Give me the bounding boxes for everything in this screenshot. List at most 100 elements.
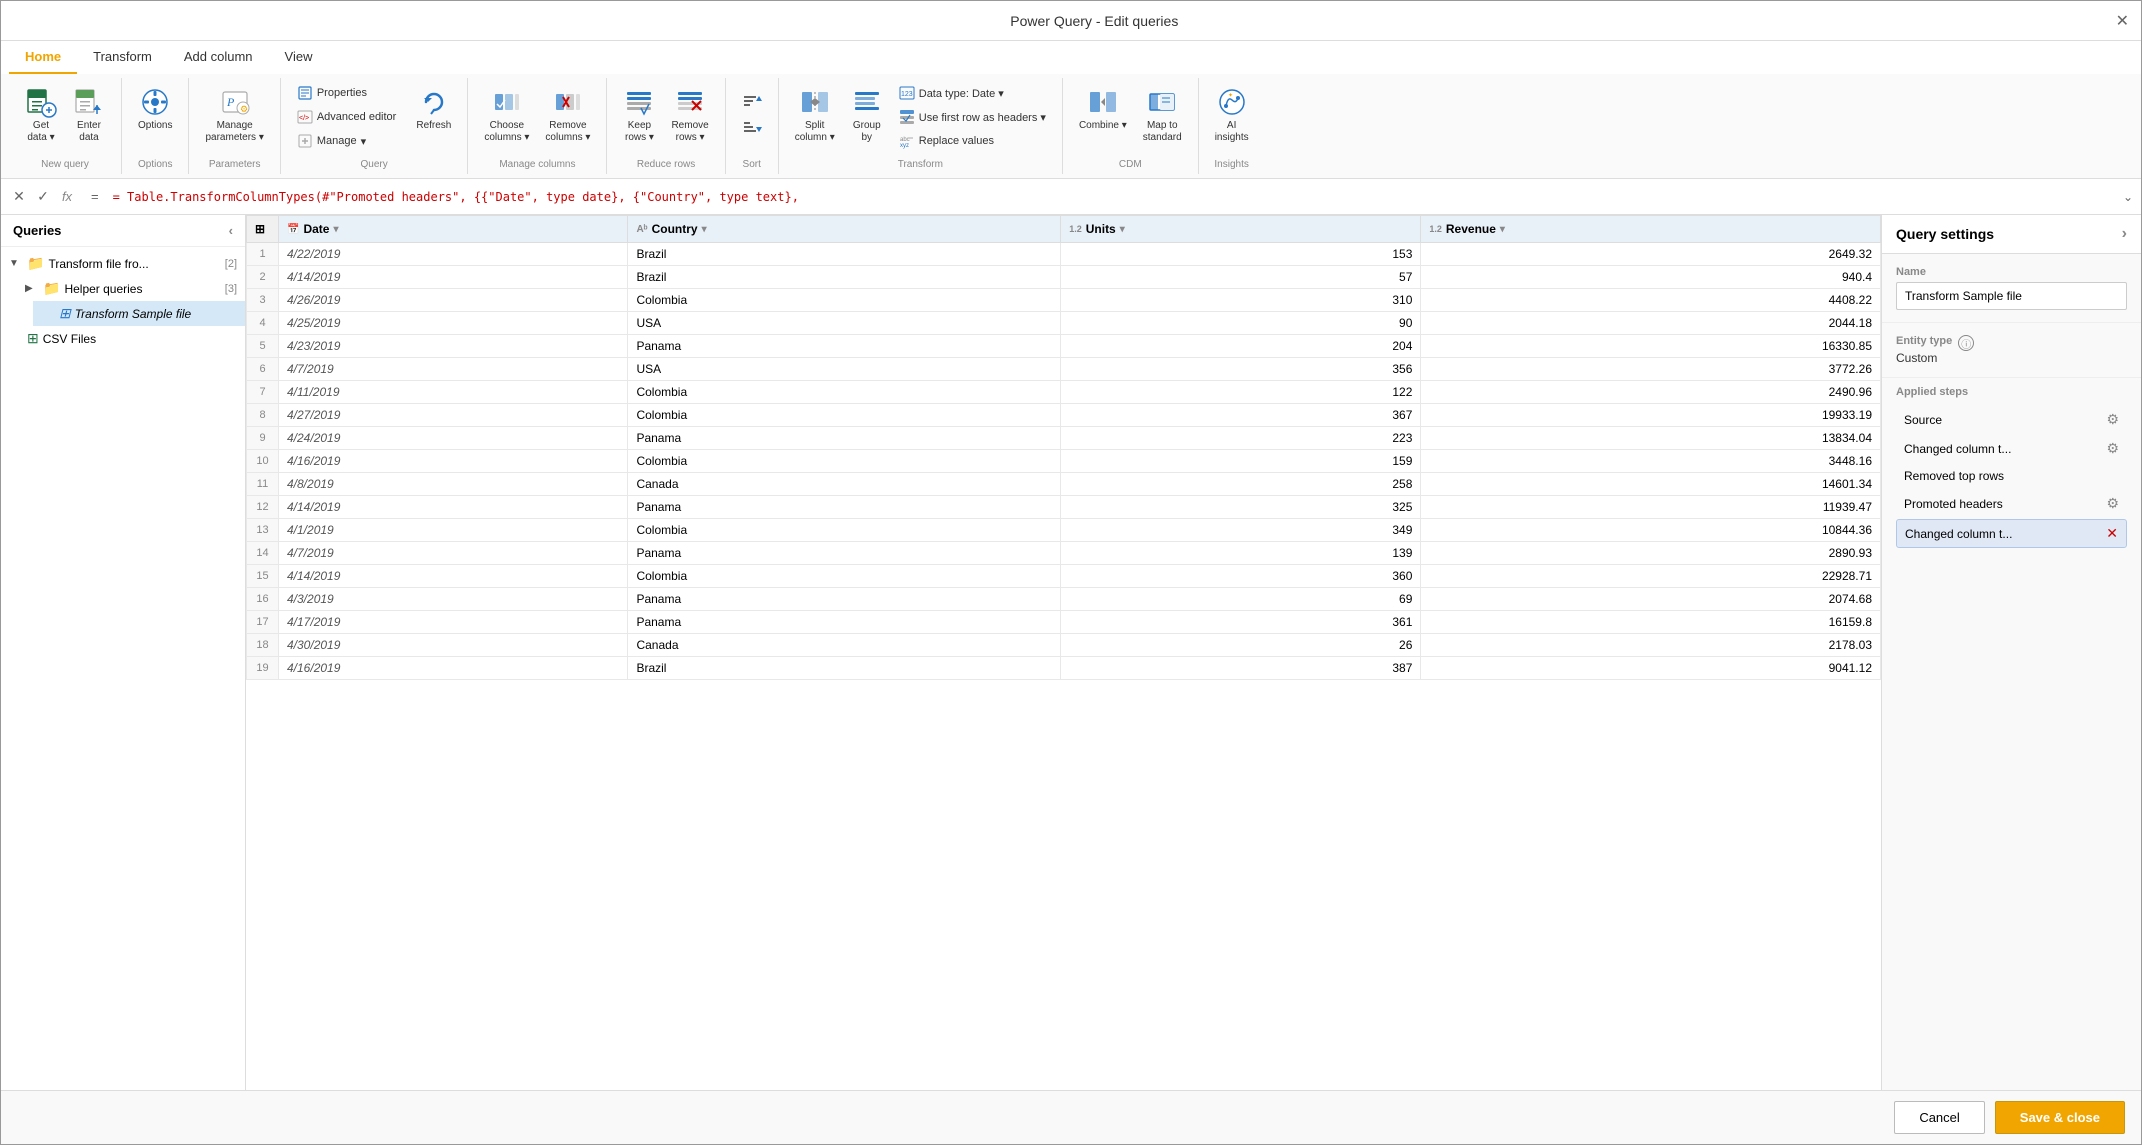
tab-view[interactable]: View — [269, 41, 329, 74]
folder-icon-helper: 📁 — [43, 280, 60, 297]
svg-text:</>: </> — [299, 115, 309, 122]
combine-button[interactable]: Combine ▾ — [1073, 82, 1133, 136]
sidebar-item-transform-sample[interactable]: ⊞ Transform Sample file — [33, 301, 245, 326]
use-first-row-icon — [899, 109, 915, 125]
table-body: 1 4/22/2019 Brazil 153 2649.32 2 4/14/20… — [247, 243, 1881, 680]
qs-name-input[interactable] — [1896, 282, 2127, 310]
remove-rows-button[interactable]: Removerows ▾ — [665, 82, 714, 148]
enter-data-button[interactable]: Enterdata — [67, 82, 111, 148]
close-button[interactable]: ✕ — [2116, 11, 2129, 31]
col-header-revenue[interactable]: 1.2 Revenue ▾ — [1421, 216, 1881, 243]
group-by-button[interactable]: Groupby — [845, 82, 889, 148]
qs-entity-section: Entity type ⓘ Custom — [1882, 323, 2141, 378]
remove-columns-label: Removecolumns ▾ — [545, 120, 590, 144]
step-item-changed_col_t2[interactable]: Changed column t...✕ — [1896, 519, 2127, 548]
units-cell: 90 — [1061, 312, 1421, 335]
tab-add-column[interactable]: Add column — [168, 41, 269, 74]
replace-values-button[interactable]: abc xyz Replace values — [893, 130, 1052, 152]
ai-insights-button[interactable]: ✦ AIinsights — [1209, 82, 1255, 148]
tree-label-helper-queries: Helper queries — [64, 282, 220, 296]
step-item-promoted_headers[interactable]: Promoted headers⚙ — [1896, 490, 2127, 517]
col-header-date[interactable]: 📅 Date ▾ — [279, 216, 628, 243]
row-num-cell: 2 — [247, 266, 279, 289]
table-row: 3 4/26/2019 Colombia 310 4408.22 — [247, 289, 1881, 312]
step-gear-promoted_headers[interactable]: ⚙ — [2106, 495, 2119, 512]
sidebar-item-transform-file[interactable]: ▼ 📁 Transform file fro... [2] — [1, 251, 245, 276]
units-cell: 387 — [1061, 657, 1421, 680]
keep-rows-button[interactable]: Keeprows ▾ — [617, 82, 661, 148]
advanced-editor-button[interactable]: </> Advanced editor — [291, 106, 403, 128]
entity-info-icon[interactable]: ⓘ — [1958, 335, 1974, 351]
tab-home[interactable]: Home — [9, 41, 77, 74]
step-item-changed_col_t1[interactable]: Changed column t...⚙ — [1896, 435, 2127, 462]
units-cell: 223 — [1061, 427, 1421, 450]
query-settings-expand-icon[interactable]: › — [2122, 225, 2127, 243]
table-select-all-icon[interactable]: ⊞ — [255, 222, 265, 236]
manage-params-button[interactable]: P ⚙ Manageparameters ▾ — [199, 82, 269, 148]
formula-input[interactable] — [113, 190, 2115, 204]
sidebar-item-csv-files[interactable]: ⊞ CSV Files — [1, 326, 245, 351]
options-button[interactable]: Options — [132, 82, 178, 136]
sort-asc-button[interactable] — [736, 90, 768, 112]
country-col-filter[interactable]: ▾ — [702, 224, 707, 235]
ribbon-group-manage-columns: Choosecolumns ▾ Removecolumns ▾ — [468, 78, 607, 174]
table-row: 14 4/7/2019 Panama 139 2890.93 — [247, 542, 1881, 565]
sidebar-title: Queries — [13, 223, 61, 238]
formula-expand-icon[interactable]: ⌄ — [2123, 190, 2133, 204]
cancel-button[interactable]: Cancel — [1894, 1101, 1984, 1134]
units-cell: 122 — [1061, 381, 1421, 404]
delete-step-icon[interactable]: ✕ — [9, 187, 29, 207]
refresh-button[interactable]: Refresh — [410, 82, 457, 136]
data-type-button[interactable]: 123 Data type: Date ▾ — [893, 82, 1052, 104]
sidebar-collapse-icon[interactable]: ‹ — [229, 223, 233, 238]
country-cell: Brazil — [628, 266, 1061, 289]
tree-expand-transform[interactable]: ▼ — [9, 258, 23, 269]
split-column-button[interactable]: Splitcolumn ▾ — [789, 82, 841, 148]
tree-label-transform-sample: Transform Sample file — [75, 307, 237, 321]
tree-expand-helper[interactable]: ▶ — [25, 283, 39, 294]
units-cell: 258 — [1061, 473, 1421, 496]
revenue-cell: 19933.19 — [1421, 404, 1881, 427]
step-gear-source[interactable]: ⚙ — [2106, 411, 2119, 428]
sidebar-item-helper-queries[interactable]: ▶ 📁 Helper queries [3] — [17, 276, 245, 301]
step-delete-changed_col_t2[interactable]: ✕ — [2106, 525, 2118, 542]
query-settings-panel: Query settings › Name Entity type ⓘ Cust… — [1881, 215, 2141, 1090]
manage-button[interactable]: Manage ▾ — [291, 130, 403, 152]
grid-container[interactable]: ⊞ 📅 Date ▾ — [246, 215, 1881, 1090]
table-row: 13 4/1/2019 Colombia 349 10844.36 — [247, 519, 1881, 542]
manage-label: Manage — [317, 135, 357, 147]
step-gear-changed_col_t1[interactable]: ⚙ — [2106, 440, 2119, 457]
ribbon-group-query-content: Properties </> Advanced editor — [291, 82, 458, 155]
table-row: 7 4/11/2019 Colombia 122 2490.96 — [247, 381, 1881, 404]
row-num-cell: 17 — [247, 611, 279, 634]
manage-icon — [297, 133, 313, 149]
map-to-standard-button[interactable]: Map tostandard — [1137, 82, 1188, 148]
col-header-country[interactable]: Aᵇ Country ▾ — [628, 216, 1061, 243]
revenue-col-filter[interactable]: ▾ — [1500, 224, 1505, 235]
date-col-filter[interactable]: ▾ — [333, 224, 338, 235]
col-header-units[interactable]: 1.2 Units ▾ — [1061, 216, 1421, 243]
split-column-icon — [799, 86, 831, 118]
formula-bar-icons: ✕ ✓ fx — [9, 187, 77, 207]
step-item-source[interactable]: Source⚙ — [1896, 406, 2127, 433]
enter-data-label: Enterdata — [77, 120, 101, 144]
ribbon-group-parameters-content: P ⚙ Manageparameters ▾ — [199, 82, 269, 155]
ai-insights-icon: ✦ — [1216, 86, 1248, 118]
revenue-cell: 3772.26 — [1421, 358, 1881, 381]
row-num-cell: 14 — [247, 542, 279, 565]
units-col-filter[interactable]: ▾ — [1120, 224, 1125, 235]
ribbon-group-sort-content — [736, 82, 768, 155]
save-close-button[interactable]: Save & close — [1995, 1101, 2125, 1134]
tab-transform[interactable]: Transform — [77, 41, 168, 74]
step-item-removed_top_rows[interactable]: Removed top rows — [1896, 464, 2127, 488]
country-cell: Colombia — [628, 381, 1061, 404]
use-first-row-button[interactable]: Use first row as headers ▾ — [893, 106, 1052, 128]
remove-columns-button[interactable]: Removecolumns ▾ — [539, 82, 596, 148]
get-data-button[interactable]: Getdata ▾ — [19, 82, 63, 148]
accept-step-icon[interactable]: ✓ — [33, 187, 53, 207]
choose-columns-button[interactable]: Choosecolumns ▾ — [478, 82, 535, 148]
ribbon-group-parameters: P ⚙ Manageparameters ▾ Parameters — [189, 78, 280, 174]
properties-button[interactable]: Properties — [291, 82, 403, 104]
keep-rows-icon — [623, 86, 655, 118]
sort-desc-button[interactable] — [736, 116, 768, 138]
